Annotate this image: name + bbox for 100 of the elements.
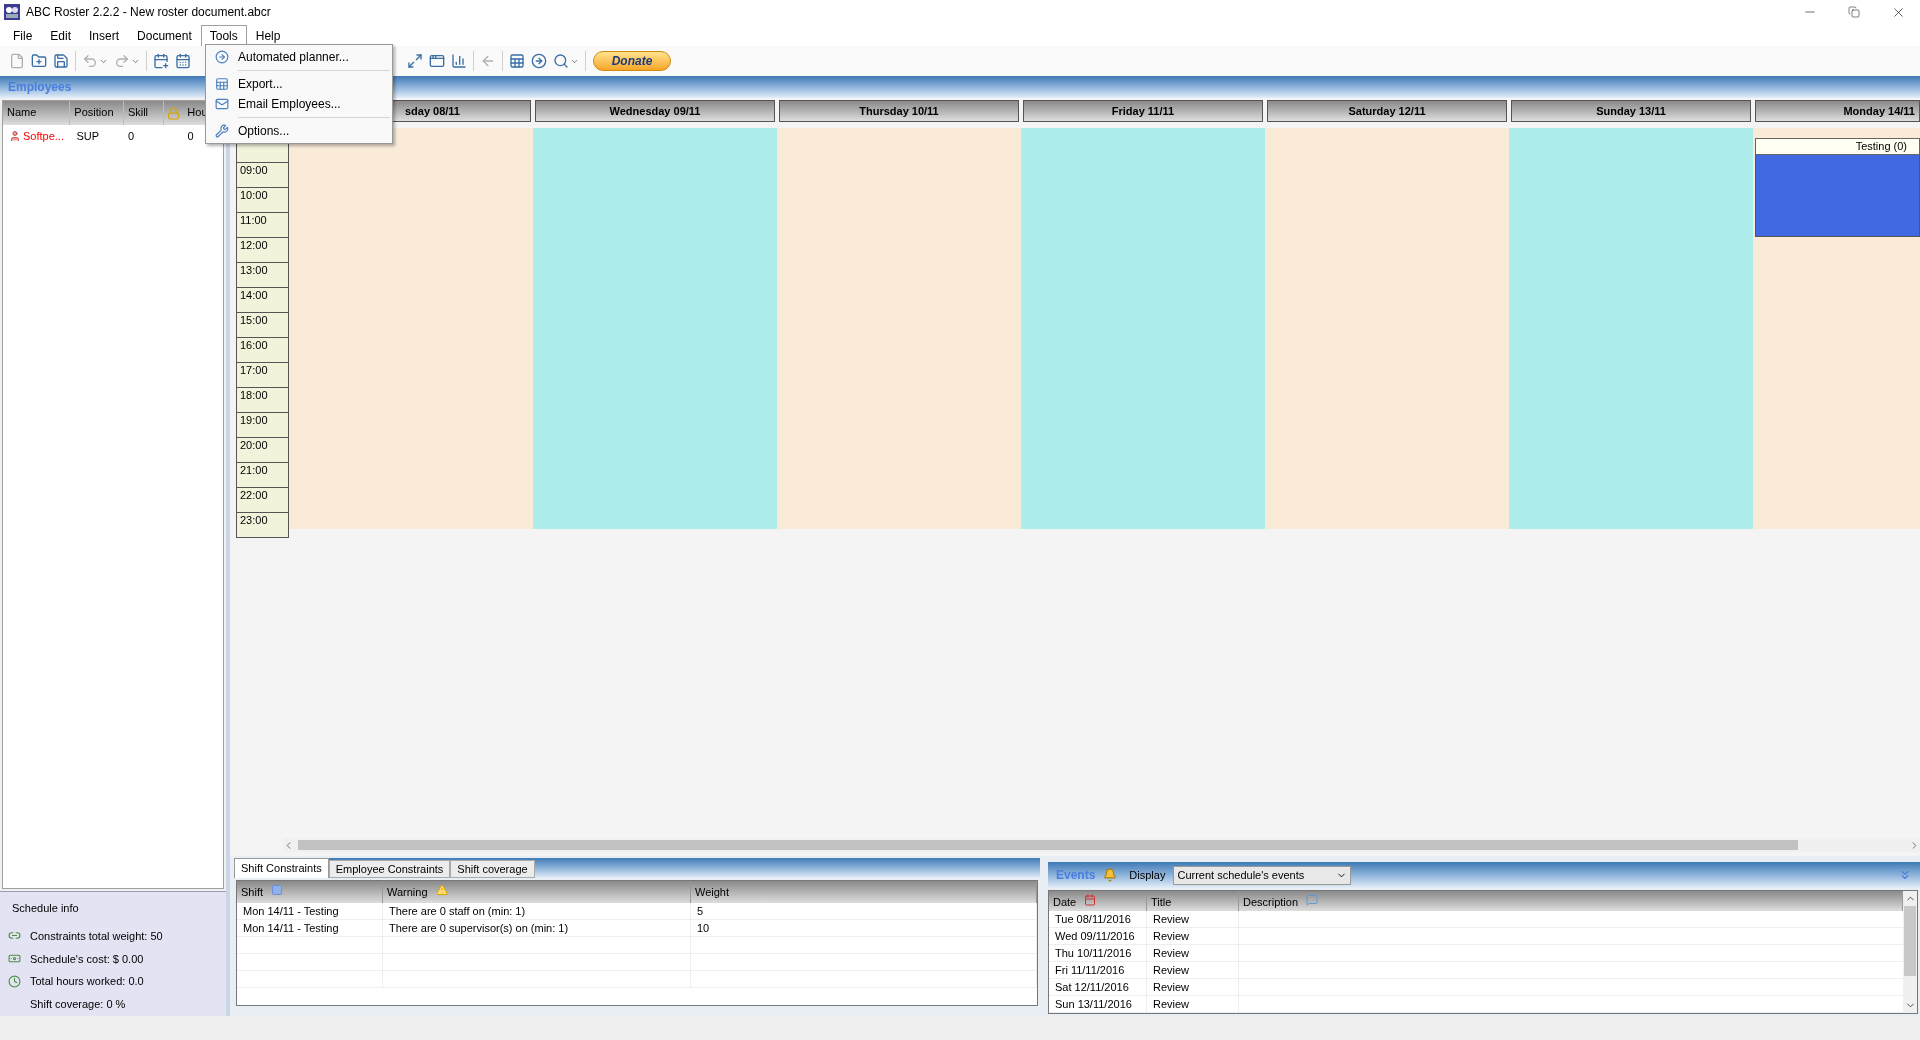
person-icon [9, 130, 21, 142]
table-cell-text: Mon 14/11 - Testing [243, 903, 339, 919]
time-slot: 12:00 [236, 238, 289, 263]
time-slot: 21:00 [236, 463, 289, 488]
table-cell-text: Review [1153, 928, 1190, 944]
employee-name[interactable]: Softpe... [23, 127, 64, 145]
folder-icon [31, 53, 47, 69]
bell-icon [1103, 868, 1118, 882]
info-text: Shift coverage: 0 % [30, 997, 126, 1013]
window-icon [429, 53, 445, 69]
time-slot: 22:00 [236, 488, 289, 513]
panel-title: Schedule info [11, 901, 80, 916]
table-cell-text: 0 [126, 128, 136, 144]
table-cell-text: Mon 14/11 - Testing [243, 920, 339, 936]
column-header[interactable]: Warning [387, 884, 428, 901]
day-header: Sunday 13/11 [1511, 100, 1751, 122]
calendar-icon [175, 53, 191, 69]
bar-chart-icon [451, 53, 467, 69]
table-cell-text: Fri 11/11/2016 [1055, 962, 1125, 978]
tab[interactable]: Employee Constraints [328, 860, 451, 878]
arrow-left-icon [480, 53, 496, 69]
menu-entry[interactable]: Automated planner... [206, 47, 392, 67]
horizontal-scrollbar[interactable] [283, 838, 1920, 852]
time-slot: 15:00 [236, 313, 289, 338]
info-text: Constraints total weight: 50 [30, 928, 163, 944]
time-slot: 19:00 [236, 413, 289, 438]
shift-bar[interactable] [1755, 155, 1920, 237]
column-header[interactable]: Shift [241, 884, 263, 901]
column-header[interactable]: Date [1053, 894, 1077, 911]
shift-label[interactable]: Testing (0) [1755, 138, 1920, 155]
time-slot: 11:00 [236, 213, 289, 238]
table-cell-text: Wed 09/11/2016 [1055, 928, 1135, 944]
restore-icon [1848, 6, 1860, 18]
time-slot: 16:00 [236, 338, 289, 363]
menu-item[interactable]: Help [246, 25, 290, 46]
calendar-plus-icon [153, 53, 169, 69]
table-cell-text: Tue 08/11/2016 [1055, 911, 1131, 927]
page-icon [9, 53, 25, 69]
tab[interactable]: Shift coverage [450, 860, 535, 878]
column-header[interactable]: Position [70, 101, 124, 125]
menu-item[interactable]: Insert [80, 25, 129, 46]
day-header: Monday 14/11 [1755, 100, 1920, 122]
panel-title: Events [1056, 867, 1096, 884]
menu-entry[interactable]: Export... [206, 74, 392, 94]
clock-icon [7, 975, 21, 989]
info-text: Schedule's cost: $ 0.00 [30, 951, 144, 967]
table-cell-text: Review [1153, 911, 1190, 927]
info-text: Total hours worked: 0.0 [30, 974, 144, 990]
calendar-icon [1084, 894, 1097, 906]
column-header[interactable]: Description [1243, 894, 1299, 911]
table-cell-text: SUP [75, 128, 100, 144]
undo-icon [82, 53, 98, 69]
table-cell-text: There are 0 supervisor(s) on (min: 1) [389, 920, 569, 936]
column-header[interactable]: Title [1151, 894, 1172, 911]
menu-item[interactable]: Tools [200, 25, 247, 46]
menu-item[interactable]: Document [128, 25, 201, 46]
menu-item[interactable]: File [4, 25, 42, 46]
table-cell-text: Review [1153, 945, 1190, 961]
redo-icon [114, 53, 130, 69]
day-header: Friday 11/11 [1023, 100, 1263, 122]
expand-arrows-icon [407, 53, 423, 69]
square-icon [271, 884, 283, 896]
spreadsheet-icon [215, 77, 229, 91]
warning-icon [435, 884, 448, 896]
column-header[interactable]: Weight [695, 884, 730, 901]
table-cell-text: Review [1153, 996, 1190, 1012]
app-icon [4, 4, 20, 20]
table-cell-text: 10 [697, 920, 710, 936]
table-cell-text: Sun 13/11/2016 [1055, 996, 1132, 1012]
spreadsheet-icon [509, 53, 525, 69]
column-header[interactable]: Name [3, 101, 71, 125]
wrench-icon [215, 124, 229, 138]
table-cell-text: Review [1153, 979, 1190, 995]
table-cell-text: 5 [697, 903, 704, 919]
lock-icon [166, 106, 180, 120]
window-title: ABC Roster 2.2.2 - New roster document.abcr [26, 4, 271, 21]
save-icon [53, 53, 69, 69]
table-cell-text: There are 0 staff on (min: 1) [389, 903, 526, 919]
collapse-icon[interactable] [1898, 868, 1912, 882]
day-header: Saturday 12/11 [1267, 100, 1507, 122]
donate-button[interactable]: Donate [593, 51, 671, 71]
vertical-scrollbar[interactable] [1903, 891, 1917, 1013]
time-slot: 13:00 [236, 263, 289, 288]
time-slot: 18:00 [236, 388, 289, 413]
envelope-icon [215, 97, 229, 111]
menu-item[interactable]: Edit [41, 25, 81, 46]
column-header[interactable]: Skill [123, 101, 164, 125]
day-header: Thursday 10/11 [779, 100, 1019, 122]
panel-title: Employees [8, 79, 72, 96]
speech-bubble-icon [1306, 894, 1319, 906]
display-dropdown[interactable]: Current schedule's events [1173, 865, 1352, 885]
time-slot: 23:00 [236, 513, 289, 538]
table-cell-text: Sat 12/11/2016 [1055, 979, 1129, 995]
time-slot: 17:00 [236, 363, 289, 388]
table-cell-text: Thu 10/11/2016 [1055, 945, 1132, 961]
table-cell-text: Review [1153, 962, 1190, 978]
day-header: Wednesday 09/11 [535, 100, 775, 122]
time-slot: 14:00 [236, 288, 289, 313]
tab[interactable]: Shift Constraints [234, 858, 329, 878]
search-icon [553, 53, 569, 69]
